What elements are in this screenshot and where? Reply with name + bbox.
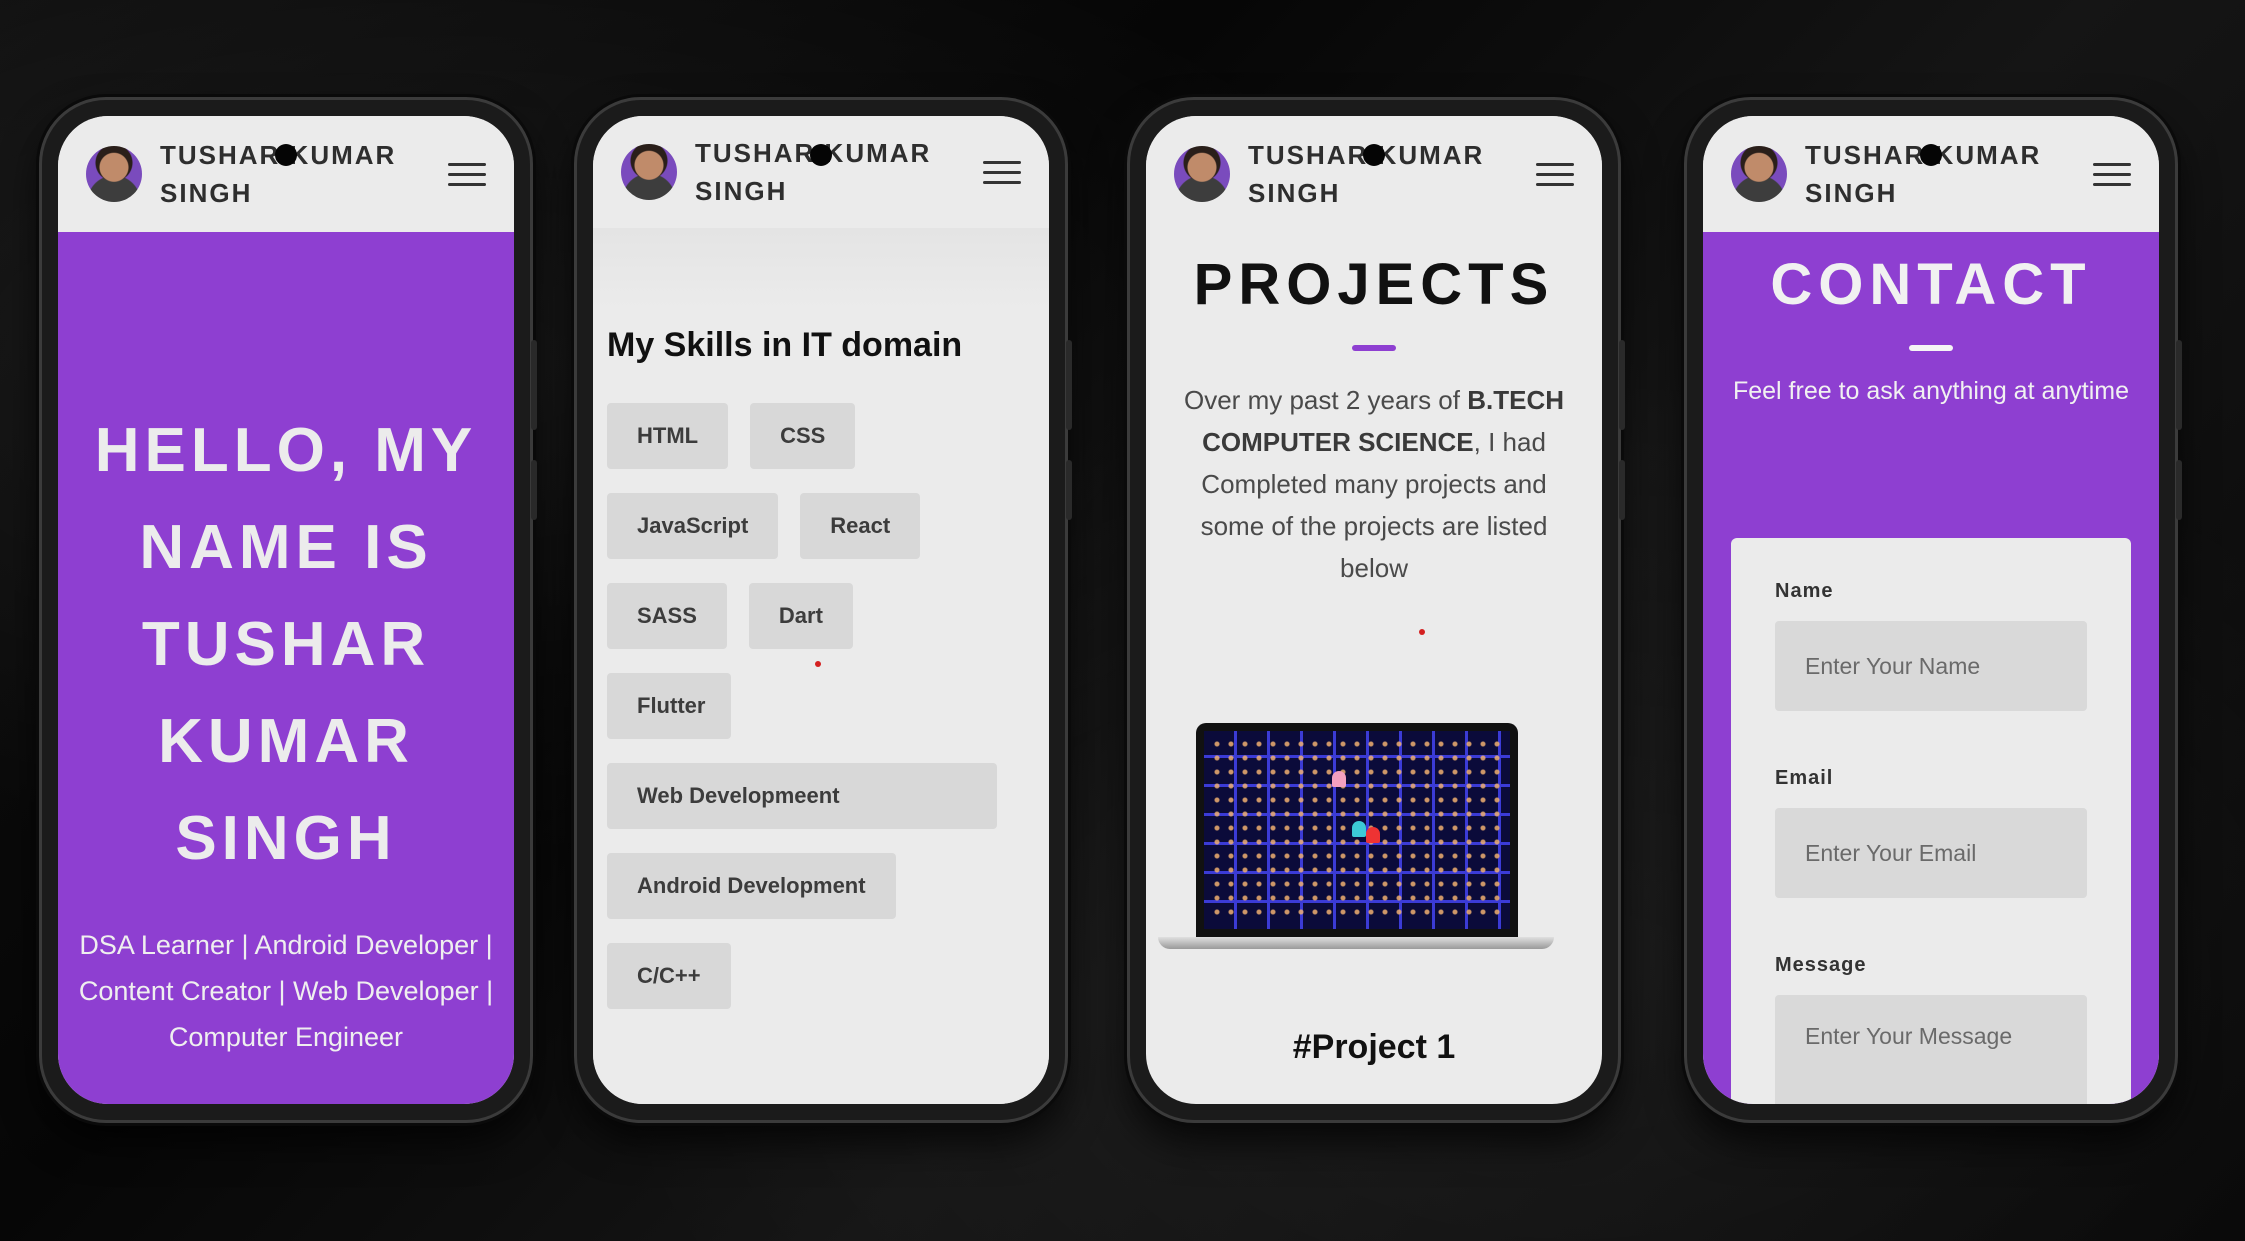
- power-button: [1066, 460, 1072, 520]
- contact-form: Name Email Message: [1731, 538, 2131, 1104]
- skill-chip: SASS: [607, 583, 727, 649]
- brand-name[interactable]: TUSHAR KUMAR SINGH: [160, 136, 448, 212]
- phone-projects: TUSHAR KUMAR SINGH PROJECTS Over my past…: [1130, 100, 1625, 1120]
- hamburger-menu-icon[interactable]: [448, 162, 486, 186]
- email-field[interactable]: [1775, 808, 2087, 898]
- name-label: Name: [1775, 580, 1834, 602]
- avatar[interactable]: [1731, 146, 1787, 202]
- skill-chip: React: [800, 493, 921, 559]
- name-field[interactable]: [1775, 621, 2087, 711]
- screen-contact: TUSHAR KUMAR SINGH CONTACT Feel free to …: [1703, 116, 2159, 1104]
- brand-name[interactable]: TUSHAR KUMAR SINGH: [1248, 136, 1536, 212]
- contact-section: CONTACT Feel free to ask anything at any…: [1703, 232, 2159, 1104]
- skill-chip: Web Developmeent: [607, 763, 997, 829]
- power-button: [2176, 460, 2182, 520]
- phone-contact: TUSHAR KUMAR SINGH CONTACT Feel free to …: [1687, 100, 2182, 1120]
- title-underline: [1352, 345, 1396, 351]
- hero-tagline: DSA Learner | Android Developer | Conten…: [78, 930, 494, 1052]
- laptop-base: [1158, 937, 1554, 949]
- navbar: TUSHAR KUMAR SINGH: [593, 116, 1049, 228]
- projects-title: PROJECTS: [1193, 252, 1555, 317]
- camera-hole: [275, 144, 297, 166]
- camera-hole: [810, 144, 832, 166]
- email-label: Email: [1775, 767, 1834, 789]
- phone-skills: TUSHAR KUMAR SINGH My Skills in IT domai…: [577, 100, 1072, 1120]
- project-name: #Project 1: [1292, 1028, 1456, 1066]
- hamburger-menu-icon[interactable]: [2093, 162, 2131, 186]
- skill-chip: Android Development: [607, 853, 896, 919]
- skill-chip: Flutter: [607, 673, 731, 739]
- screen-projects: TUSHAR KUMAR SINGH PROJECTS Over my past…: [1146, 116, 1602, 1104]
- power-button: [531, 460, 537, 520]
- contact-subtitle: Feel free to ask anything at anytime: [1732, 377, 2130, 405]
- volume-button: [2176, 340, 2182, 430]
- volume-button: [531, 340, 537, 430]
- ghost-icon: [1366, 827, 1380, 843]
- screen-home: TUSHAR KUMAR SINGH HELLO, MY NAME IS TUS…: [58, 116, 514, 1104]
- skill-chip: CSS: [750, 403, 856, 469]
- skills-section: My Skills in IT domain HTML CSS JavaScri…: [593, 228, 1049, 1104]
- ghost-icon: [1352, 821, 1366, 837]
- hero-section: HELLO, MY NAME IS TUSHAR KUMAR SINGH DSA…: [58, 232, 514, 1104]
- brand-name[interactable]: TUSHAR KUMAR SINGH: [1805, 136, 2093, 212]
- skill-chip: Dart: [748, 583, 853, 649]
- projects-description: Over my past 2 years of B.TECH COMPUTER …: [1184, 385, 1564, 583]
- navbar: TUSHAR KUMAR SINGH: [1146, 116, 1602, 232]
- projects-section: PROJECTS Over my past 2 years of B.TECH …: [1146, 116, 1602, 1104]
- navbar: TUSHAR KUMAR SINGH: [58, 116, 514, 232]
- volume-button: [1066, 340, 1072, 430]
- phone-home: TUSHAR KUMAR SINGH HELLO, MY NAME IS TUS…: [42, 100, 537, 1120]
- title-underline: [1909, 345, 1953, 351]
- laptop-screen: [1196, 723, 1518, 937]
- skill-chip: C/C++: [607, 943, 731, 1009]
- skills-list: HTML CSS JavaScript React SASS Dart Flut…: [607, 403, 997, 1009]
- avatar[interactable]: [86, 146, 142, 202]
- skills-heading: My Skills in IT domain: [607, 326, 963, 364]
- project-thumbnail[interactable]: [1158, 723, 1554, 953]
- pacman-maze: [1204, 731, 1510, 929]
- cursor-dot: [1419, 629, 1425, 635]
- screen-skills: TUSHAR KUMAR SINGH My Skills in IT domai…: [593, 116, 1049, 1104]
- message-field[interactable]: [1775, 995, 2087, 1104]
- hamburger-menu-icon[interactable]: [1536, 162, 1574, 186]
- power-button: [1619, 460, 1625, 520]
- message-label: Message: [1775, 954, 1867, 976]
- brand-name[interactable]: TUSHAR KUMAR SINGH: [695, 134, 983, 210]
- skill-chip: HTML: [607, 403, 729, 469]
- avatar[interactable]: [621, 144, 677, 200]
- hero-greeting: HELLO, MY NAME IS TUSHAR KUMAR SINGH: [94, 416, 478, 873]
- ghost-icon: [1332, 771, 1346, 787]
- navbar: TUSHAR KUMAR SINGH: [1703, 116, 2159, 232]
- cursor-dot: [815, 661, 821, 667]
- camera-hole: [1363, 144, 1385, 166]
- skill-chip: JavaScript: [607, 493, 779, 559]
- contact-title: CONTACT: [1770, 252, 2092, 317]
- hamburger-menu-icon[interactable]: [983, 160, 1021, 184]
- avatar[interactable]: [1174, 146, 1230, 202]
- volume-button: [1619, 340, 1625, 430]
- camera-hole: [1920, 144, 1942, 166]
